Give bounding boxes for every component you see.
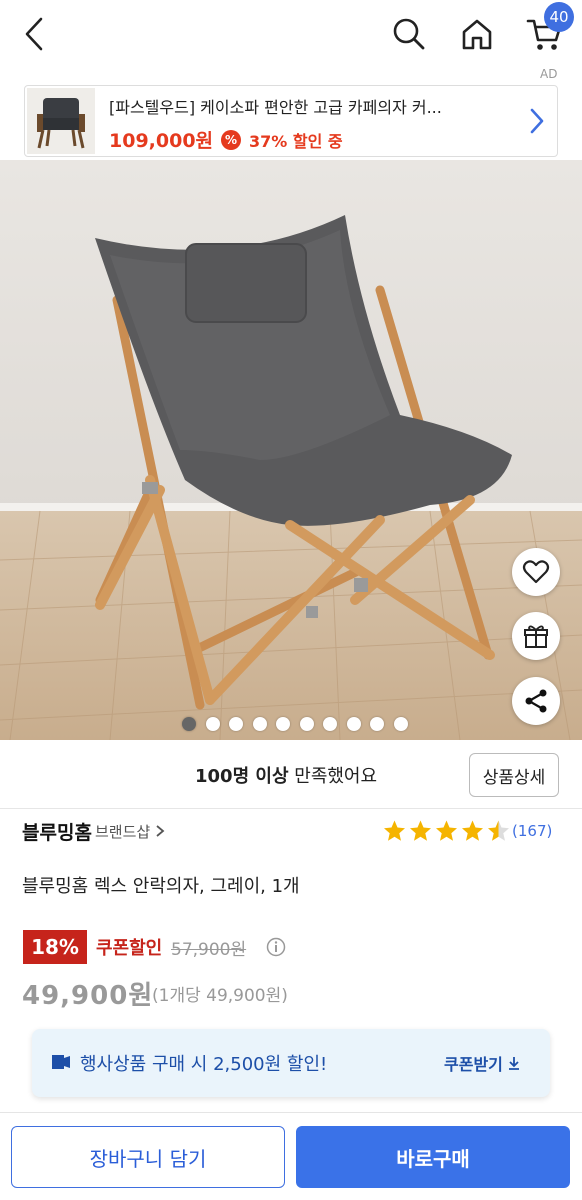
star-icon — [410, 820, 431, 841]
product-image[interactable] — [0, 160, 582, 740]
bottom-action-bar: 장바구니 담기 바로구매 — [0, 1112, 582, 1200]
ad-title: [파스텔우드] 케이소파 편안한 고급 카페의자 커... — [109, 98, 442, 117]
discount-percent-icon: % — [221, 129, 242, 150]
coupon-discount-label: 쿠폰할인 — [96, 938, 163, 959]
coupon-toast-text: 행사상품 구매 시 2,500원 할인! — [80, 1054, 328, 1075]
star-icon — [488, 820, 509, 841]
divider — [0, 808, 582, 809]
satisfaction-text: 만족했어요 — [288, 766, 378, 787]
home-button[interactable] — [453, 10, 501, 58]
star-icon — [462, 820, 483, 841]
carousel-dot[interactable] — [323, 717, 337, 731]
gift-button[interactable] — [512, 612, 560, 660]
star-icon — [436, 820, 457, 841]
brand-shop-link[interactable]: 브랜드샵 — [95, 821, 165, 842]
brand-shop-label: 브랜드샵 — [95, 823, 151, 841]
ad-price: 109,000원 — [109, 130, 214, 152]
ad-thumbnail — [27, 88, 95, 154]
search-icon — [393, 18, 425, 50]
brand-name[interactable]: 블루밍홈 — [22, 818, 92, 845]
product-detail-button[interactable]: 상품상세 — [469, 753, 559, 797]
discount-percent-badge: 18% — [23, 930, 87, 964]
get-coupon-button[interactable]: 쿠폰받기 — [444, 1051, 521, 1075]
review-count[interactable]: (167) — [512, 822, 552, 840]
buy-now-button[interactable]: 바로구매 — [296, 1126, 570, 1188]
ad-discount-text: 37% 할인 중 — [249, 131, 343, 151]
info-icon[interactable] — [266, 937, 286, 957]
original-price: 57,900원 — [171, 940, 247, 960]
get-coupon-label: 쿠폰받기 — [444, 1055, 503, 1074]
top-bar: 40 — [0, 0, 582, 70]
chevron-right-icon — [156, 825, 165, 837]
unit-price: (1개당 49,900원) — [152, 986, 288, 1006]
rating-stars[interactable] — [382, 819, 511, 843]
chevron-right-icon — [530, 108, 544, 134]
ad-banner[interactable]: [파스텔우드] 케이소파 편안한 고급 카페의자 커... 109,000원 %… — [24, 85, 558, 157]
coupon-toast[interactable]: 행사상품 구매 시 2,500원 할인! 쿠폰받기 — [32, 1029, 550, 1097]
carousel-dot[interactable] — [370, 717, 384, 731]
satisfaction-row: 100명 이상 만족했어요 상품상세 — [0, 742, 582, 808]
carousel-indicators — [0, 714, 582, 734]
search-button[interactable] — [385, 10, 433, 58]
gift-icon — [524, 625, 548, 648]
carousel-dot[interactable] — [252, 717, 267, 731]
star-icon — [384, 820, 405, 841]
carousel-dot[interactable] — [182, 717, 196, 731]
share-icon — [525, 689, 547, 713]
satisfaction-count: 100명 이상 — [195, 766, 289, 787]
heart-icon — [522, 560, 550, 584]
back-button[interactable] — [10, 10, 58, 58]
coupon-icon — [52, 1055, 70, 1069]
product-title: 블루밍홈 렉스 안락의자, 그레이, 1개 — [22, 876, 300, 897]
ad-label: AD — [540, 67, 558, 81]
carousel-dot[interactable] — [229, 717, 243, 731]
carousel-dot[interactable] — [205, 717, 220, 731]
wishlist-button[interactable] — [512, 548, 560, 596]
carousel-dot[interactable] — [393, 717, 408, 731]
carousel-dot[interactable] — [346, 717, 361, 731]
sale-price: 49,900원 — [22, 981, 154, 1011]
home-icon — [462, 19, 492, 50]
add-to-cart-button[interactable]: 장바구니 담기 — [11, 1126, 285, 1188]
download-icon — [508, 1057, 519, 1070]
carousel-dot[interactable] — [276, 717, 290, 731]
carousel-dot[interactable] — [299, 717, 314, 731]
chevron-left-icon — [25, 17, 43, 51]
cart-count-badge: 40 — [544, 2, 574, 32]
